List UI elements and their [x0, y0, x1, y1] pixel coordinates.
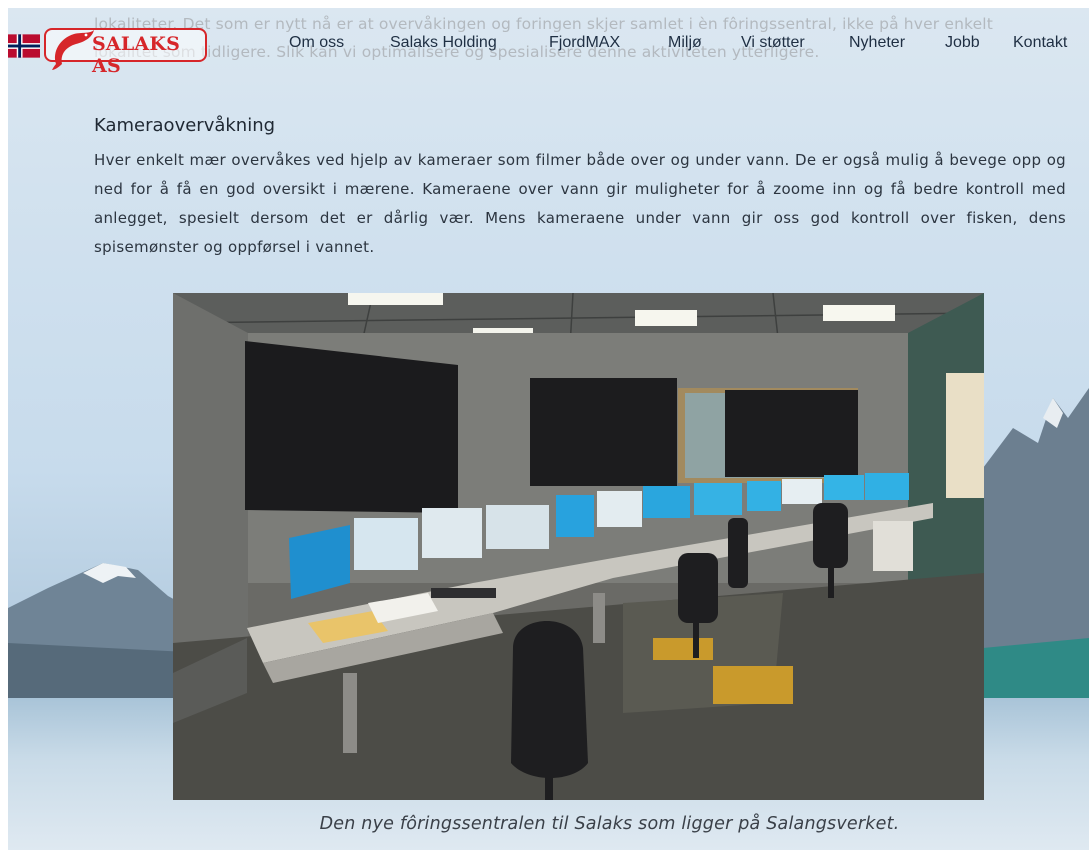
mountain-right-illustration — [983, 388, 1089, 708]
nav-salaks-holding[interactable]: Salaks Holding — [390, 34, 497, 52]
nav-kontakt[interactable]: Kontakt — [1013, 34, 1067, 52]
nav-om-oss[interactable]: Om oss — [289, 34, 344, 52]
nav-vi-stotter[interactable]: Vi støtter — [741, 34, 805, 52]
logo-text: SALAKS AS — [92, 33, 180, 77]
photo-caption: Den nye fôringssentralen til Salaks som … — [319, 814, 900, 834]
section-title: Kameraovervåkning — [94, 115, 276, 136]
salmon-logo-icon — [52, 30, 94, 70]
nav-nyheter[interactable]: Nyheter — [849, 34, 905, 52]
salaks-logo[interactable]: SALAKS AS — [44, 28, 207, 77]
norway-flag-icon[interactable] — [8, 34, 40, 58]
nav-fjordmax[interactable]: FjordMAX — [549, 34, 620, 52]
control-room-photo — [173, 293, 984, 800]
control-room-illustration — [173, 293, 984, 800]
nav-miljo[interactable]: Miljø — [668, 34, 702, 52]
nav-jobb[interactable]: Jobb — [945, 34, 980, 52]
site-header: SALAKS AS Om oss Salaks Holding FjordMAX… — [0, 22, 1089, 77]
section-body-text: Hver enkelt mær overvåkes ved hjelp av k… — [94, 151, 1066, 256]
